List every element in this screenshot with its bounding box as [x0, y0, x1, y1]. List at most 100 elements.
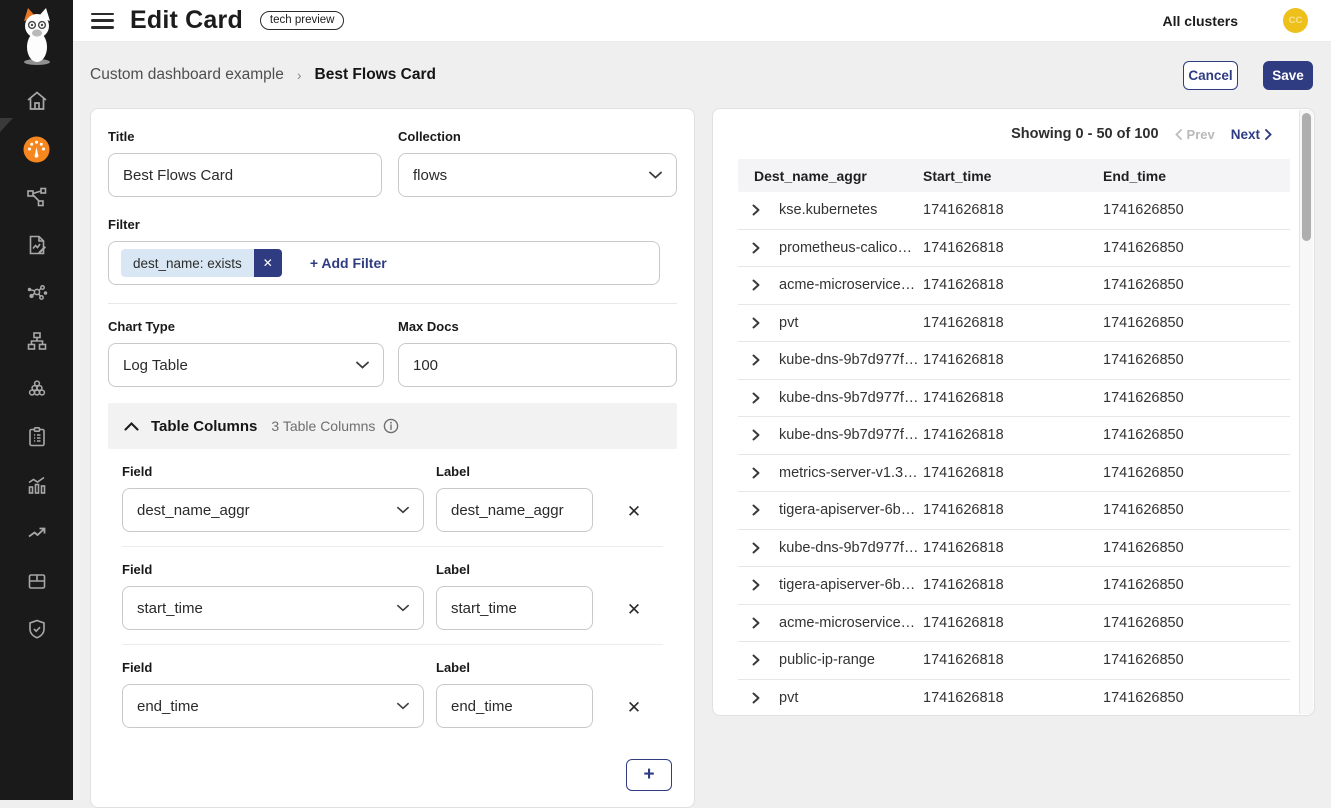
- table-row[interactable]: kse.kubernetes 1741626818 1741626850: [738, 192, 1290, 230]
- calico-cat-logo[interactable]: [0, 0, 73, 72]
- table-row[interactable]: kube-dns-9b7d977f… 1741626818 1741626850: [738, 342, 1290, 380]
- table-row[interactable]: acme-microservice… 1741626818 1741626850: [738, 267, 1290, 305]
- cell-start-time: 1741626818: [923, 577, 1103, 593]
- avatar[interactable]: CC: [1283, 8, 1308, 33]
- table-row[interactable]: metrics-server-v1.3… 1741626818 17416268…: [738, 455, 1290, 493]
- breadcrumb: Custom dashboard example › Best Flows Ca…: [90, 66, 436, 84]
- cell-end-time: 1741626850: [1103, 465, 1290, 481]
- breadcrumb-parent[interactable]: Custom dashboard example: [90, 66, 284, 84]
- service-graph-icon[interactable]: [0, 173, 73, 221]
- table-column-row: Field dest_name_aggr Label dest_name_agg…: [122, 449, 663, 547]
- save-button[interactable]: Save: [1263, 61, 1313, 90]
- filter-box[interactable]: dest_name: exists ✕ + Add Filter: [108, 241, 660, 285]
- policies-icon[interactable]: [0, 413, 73, 461]
- collapse-chevron-up-icon: [124, 422, 139, 431]
- workloads-icon[interactable]: [0, 557, 73, 605]
- collection-select[interactable]: flows: [398, 153, 677, 197]
- add-filter-button[interactable]: + Add Filter: [310, 255, 387, 271]
- add-column-button[interactable]: +: [626, 759, 672, 791]
- action-bar: Custom dashboard example › Best Flows Ca…: [73, 42, 1331, 108]
- cell-start-time: 1741626818: [923, 427, 1103, 443]
- row-expand-chevron-icon[interactable]: [752, 429, 779, 441]
- prev-page-button[interactable]: Prev: [1175, 127, 1215, 142]
- row-expand-chevron-icon[interactable]: [752, 279, 779, 291]
- label-input[interactable]: end_time: [436, 684, 593, 728]
- network-graph-icon[interactable]: [0, 269, 73, 317]
- cell-end-time: 1741626850: [1103, 277, 1290, 293]
- tech-preview-badge: tech preview: [260, 11, 345, 30]
- table-row[interactable]: pvt 1741626818 1741626850: [738, 680, 1290, 717]
- cell-dest-name-aggr: pvt: [779, 315, 923, 331]
- row-expand-chevron-icon[interactable]: [752, 317, 779, 329]
- clusters-icon[interactable]: [0, 365, 73, 413]
- table-row[interactable]: kube-dns-9b7d977f… 1741626818 1741626850: [738, 417, 1290, 455]
- chart-type-select[interactable]: Log Table: [108, 343, 384, 387]
- row-expand-chevron-icon[interactable]: [752, 354, 779, 366]
- remove-filter-icon[interactable]: ✕: [254, 249, 282, 277]
- table-columns-rows: Field dest_name_aggr Label dest_name_agg…: [108, 449, 677, 742]
- cancel-button[interactable]: Cancel: [1183, 61, 1238, 90]
- table-row[interactable]: pvt 1741626818 1741626850: [738, 305, 1290, 343]
- table-column-row: Field start_time Label start_time ✕: [122, 547, 663, 645]
- row-expand-chevron-icon[interactable]: [752, 204, 779, 216]
- scrollbar-thumb[interactable]: [1302, 113, 1311, 241]
- cell-dest-name-aggr: kse.kubernetes: [779, 202, 923, 218]
- field-select[interactable]: start_time: [122, 586, 424, 630]
- row-expand-chevron-icon[interactable]: [752, 542, 779, 554]
- next-page-button[interactable]: Next: [1231, 127, 1272, 142]
- cell-start-time: 1741626818: [923, 240, 1103, 256]
- metrics-icon[interactable]: [0, 461, 73, 509]
- home-icon[interactable]: [0, 77, 73, 125]
- cell-dest-name-aggr: tigera-apiserver-6b…: [779, 502, 923, 518]
- info-icon[interactable]: [383, 418, 399, 434]
- table-row[interactable]: acme-microservice… 1741626818 1741626850: [738, 605, 1290, 643]
- row-expand-chevron-icon[interactable]: [752, 579, 779, 591]
- trends-icon[interactable]: [0, 509, 73, 557]
- security-icon[interactable]: [0, 605, 73, 653]
- cell-end-time: 1741626850: [1103, 427, 1290, 443]
- table-columns-section-header[interactable]: Table Columns 3 Table Columns: [108, 403, 677, 449]
- table-row[interactable]: kube-dns-9b7d977f… 1741626818 1741626850: [738, 530, 1290, 568]
- max-docs-input[interactable]: 100: [398, 343, 677, 387]
- row-expand-chevron-icon[interactable]: [752, 467, 779, 479]
- title-input[interactable]: Best Flows Card: [108, 153, 382, 197]
- collection-label: Collection: [398, 129, 677, 144]
- cell-start-time: 1741626818: [923, 540, 1103, 556]
- remove-column-icon[interactable]: ✕: [627, 699, 641, 716]
- cell-start-time: 1741626818: [923, 315, 1103, 331]
- table-body: kse.kubernetes 1741626818 1741626850 pro…: [738, 192, 1290, 716]
- row-expand-chevron-icon[interactable]: [752, 654, 779, 666]
- label-input[interactable]: dest_name_aggr: [436, 488, 593, 532]
- remove-column-icon[interactable]: ✕: [627, 601, 641, 618]
- top-bar: Edit Card tech preview All clusters CC: [73, 0, 1331, 42]
- field-label: Field: [122, 660, 424, 675]
- hamburger-menu-icon[interactable]: [91, 13, 114, 29]
- row-expand-chevron-icon[interactable]: [752, 392, 779, 404]
- preview-table: Dest_name_aggr Start_time End_time kse.k…: [738, 159, 1290, 716]
- cluster-selector[interactable]: All clusters: [1163, 13, 1238, 29]
- row-expand-chevron-icon[interactable]: [752, 692, 779, 704]
- remove-column-icon[interactable]: ✕: [627, 503, 641, 520]
- table-row[interactable]: tigera-apiserver-6b… 1741626818 17416268…: [738, 492, 1290, 530]
- row-expand-chevron-icon[interactable]: [752, 617, 779, 629]
- row-expand-chevron-icon[interactable]: [752, 242, 779, 254]
- topology-icon[interactable]: [0, 317, 73, 365]
- cell-start-time: 1741626818: [923, 615, 1103, 631]
- cell-end-time: 1741626850: [1103, 690, 1290, 706]
- label-input[interactable]: start_time: [436, 586, 593, 630]
- field-select[interactable]: dest_name_aggr: [122, 488, 424, 532]
- chevron-down-icon: [649, 171, 662, 179]
- table-row[interactable]: public-ip-range 1741626818 1741626850: [738, 642, 1290, 680]
- flow-logs-icon[interactable]: [0, 221, 73, 269]
- table-row[interactable]: prometheus-calico… 1741626818 1741626850: [738, 230, 1290, 268]
- cell-start-time: 1741626818: [923, 465, 1103, 481]
- sidebar-nav: [0, 77, 73, 653]
- scrollbar-track[interactable]: [1299, 110, 1313, 714]
- cell-start-time: 1741626818: [923, 390, 1103, 406]
- table-row[interactable]: tigera-apiserver-6b… 1741626818 17416268…: [738, 567, 1290, 605]
- field-select[interactable]: end_time: [122, 684, 424, 728]
- dashboards-icon[interactable]: [0, 125, 73, 173]
- chevron-down-icon: [397, 702, 409, 710]
- row-expand-chevron-icon[interactable]: [752, 504, 779, 516]
- table-row[interactable]: kube-dns-9b7d977f… 1741626818 1741626850: [738, 380, 1290, 418]
